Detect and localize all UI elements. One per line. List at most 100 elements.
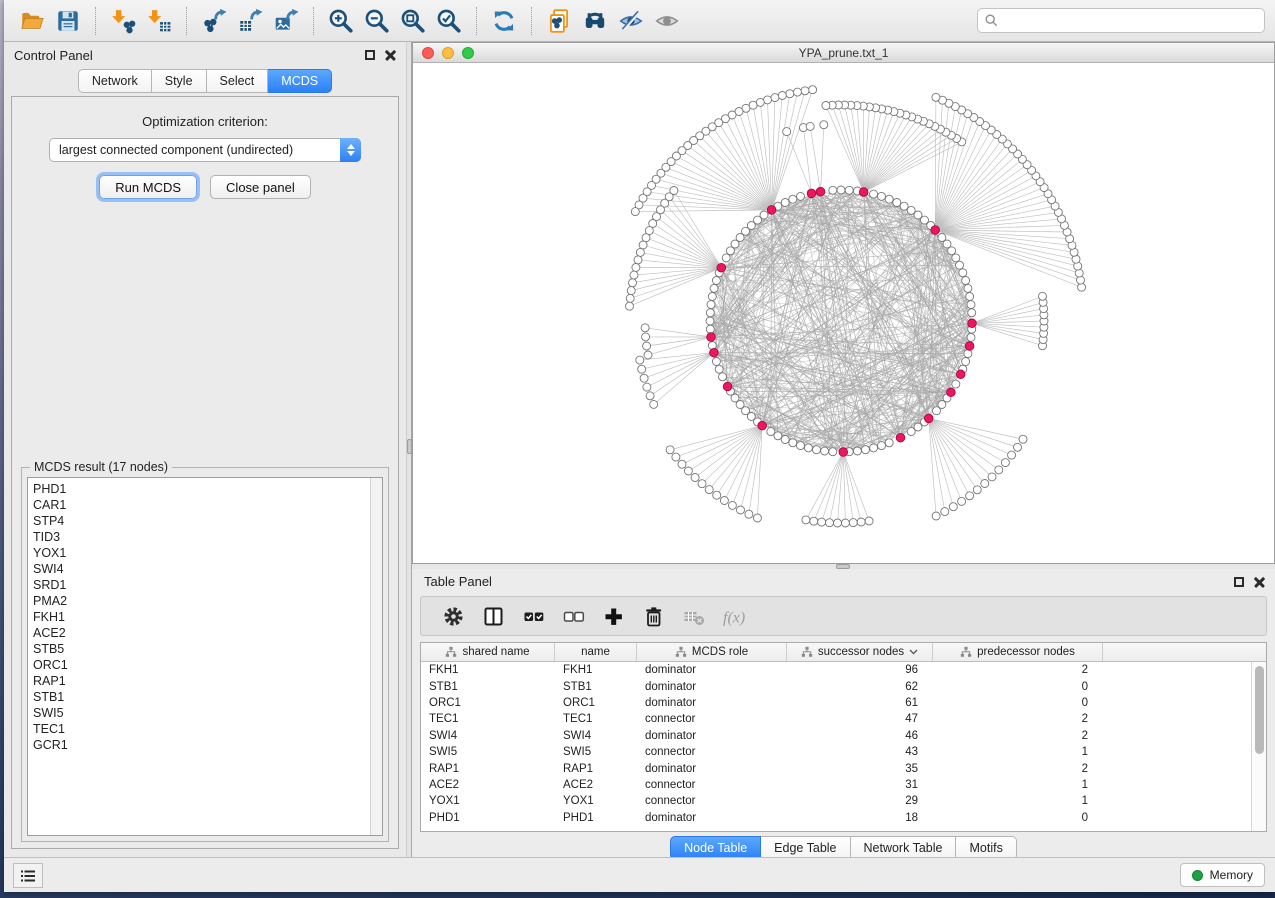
zoom-selected-button[interactable]: [431, 4, 467, 38]
close-panel-button[interactable]: Close panel: [210, 175, 311, 199]
mcds-result-item[interactable]: PMA2: [33, 593, 368, 609]
cell-predecessor-nodes: 2: [933, 728, 1103, 744]
select-all-icon: [522, 605, 545, 628]
column-header-shared-name[interactable]: shared name: [421, 643, 555, 661]
table-scrollbar[interactable]: [1251, 662, 1266, 831]
mcds-result-item[interactable]: PHD1: [33, 481, 368, 497]
column-header-successor-nodes[interactable]: successor nodes: [787, 643, 933, 661]
minimize-window-icon[interactable]: [442, 47, 454, 59]
network-graph[interactable]: [413, 63, 1274, 563]
mcds-result-item[interactable]: TEC1: [33, 721, 368, 737]
zoom-out-button[interactable]: [359, 4, 395, 38]
delete-row-button[interactable]: [633, 599, 673, 633]
table-row-PHD1[interactable]: PHD1PHD1dominator180: [421, 810, 1266, 826]
table-settings-button[interactable]: [433, 599, 473, 633]
network-from-selection-button[interactable]: [541, 4, 577, 38]
zoom-in-icon: [328, 8, 354, 34]
cell-predecessor-nodes: 2: [933, 760, 1103, 776]
cell-MCDS-role: dominator: [637, 662, 787, 678]
mcds-result-item[interactable]: TID3: [33, 529, 368, 545]
mcds-list-scrollbar[interactable]: [370, 478, 382, 835]
table-row-ACE2[interactable]: ACE2ACE2connector311: [421, 777, 1266, 793]
mcds-result-item[interactable]: STB5: [33, 641, 368, 657]
deselect-all-button[interactable]: [553, 599, 593, 633]
table-row-YOX1[interactable]: YOX1YOX1connector291: [421, 793, 1266, 809]
mcds-result-item[interactable]: SRD1: [33, 577, 368, 593]
svg-text:f(x): f(x): [723, 609, 745, 626]
cell-name: FKH1: [555, 662, 637, 678]
cell-name: ORC1: [555, 695, 637, 711]
select-all-button[interactable]: [513, 599, 553, 633]
zoom-fit-button[interactable]: [395, 4, 431, 38]
table-row-TEC1[interactable]: TEC1TEC1connector472: [421, 711, 1266, 727]
zoom-in-button[interactable]: [323, 4, 359, 38]
tab-network[interactable]: Network: [78, 69, 152, 93]
toolbar-buttons: [14, 4, 685, 38]
mcds-result-item[interactable]: GCR1: [33, 737, 368, 753]
import-network-file-button[interactable]: [105, 4, 141, 38]
show-all-button[interactable]: [649, 4, 685, 38]
save-session-button[interactable]: [50, 4, 86, 38]
mcds-result-item[interactable]: RAP1: [33, 673, 368, 689]
criterion-select[interactable]: largest connected component (undirected): [49, 138, 361, 162]
table-row-RAP1[interactable]: RAP1RAP1dominator352: [421, 760, 1266, 776]
tab-style[interactable]: Style: [152, 69, 207, 93]
mcds-result-item[interactable]: ORC1: [33, 657, 368, 673]
close-panel-icon[interactable]: [385, 49, 396, 60]
cell-name: SWI5: [555, 744, 637, 760]
tab-mcds[interactable]: MCDS: [268, 69, 332, 93]
export-table-button[interactable]: [232, 4, 268, 38]
mcds-result-item[interactable]: STP4: [33, 513, 368, 529]
network-canvas[interactable]: [413, 63, 1274, 563]
mcds-result-item[interactable]: CAR1: [33, 497, 368, 513]
refresh-view-button[interactable]: [486, 4, 522, 38]
panel-visibility-button[interactable]: [13, 863, 43, 888]
table-row-SWI4[interactable]: SWI4SWI4dominator462: [421, 728, 1266, 744]
column-header-predecessor-nodes[interactable]: predecessor nodes: [933, 643, 1103, 661]
mcds-result-item[interactable]: STB1: [33, 689, 368, 705]
status-bar: Memory: [4, 857, 1275, 892]
close-window-icon[interactable]: [422, 47, 434, 59]
mcds-result-item[interactable]: YOX1: [33, 545, 368, 561]
table-row-STB1[interactable]: STB1STB1dominator620: [421, 678, 1266, 694]
criterion-selected-value: largest connected component (undirected): [59, 143, 293, 157]
cell-successor-nodes: 35: [787, 760, 933, 776]
float-table-panel-icon[interactable]: [1234, 577, 1244, 587]
mcds-result-item[interactable]: SWI5: [33, 705, 368, 721]
mcds-result-item[interactable]: SWI4: [33, 561, 368, 577]
import-table-file-button[interactable]: [141, 4, 177, 38]
mcds-result-list[interactable]: PHD1CAR1STP4TID3YOX1SWI4SRD1PMA2FKH1ACE2…: [27, 477, 383, 836]
run-mcds-button[interactable]: Run MCDS: [99, 175, 197, 199]
tab-select[interactable]: Select: [207, 69, 269, 93]
memory-button[interactable]: Memory: [1180, 863, 1265, 887]
cell-name: YOX1: [555, 793, 637, 809]
open-session-button[interactable]: [14, 4, 50, 38]
find-network-button[interactable]: [577, 4, 613, 38]
search-box[interactable]: [977, 8, 1265, 33]
maximize-window-icon[interactable]: [462, 47, 474, 59]
mcds-result-item[interactable]: ACE2: [33, 625, 368, 641]
close-table-panel-icon[interactable]: [1254, 576, 1265, 587]
export-image-button[interactable]: [268, 4, 304, 38]
column-header-MCDS-role[interactable]: MCDS role: [637, 643, 787, 661]
add-row-button[interactable]: [593, 599, 633, 633]
table-row-ORC1[interactable]: ORC1ORC1dominator610: [421, 695, 1266, 711]
cell-MCDS-role: dominator: [637, 728, 787, 744]
mcds-tab-content: Optimization criterion: largest connecte…: [11, 96, 399, 849]
find-network-icon: [582, 8, 608, 34]
table-row-FKH1[interactable]: FKH1FKH1dominator962: [421, 662, 1266, 678]
hide-selected-button[interactable]: [613, 4, 649, 38]
table-settings-icon: [442, 605, 465, 628]
network-window-titlebar[interactable]: YPA_prune.txt_1: [413, 43, 1274, 63]
table-scrollbar-thumb[interactable]: [1255, 666, 1264, 754]
table-header-row: shared namenameMCDS rolesuccessor nodesp…: [421, 643, 1266, 662]
table-row-SWI5[interactable]: SWI5SWI5connector431: [421, 744, 1266, 760]
show-columns-button[interactable]: [473, 599, 513, 633]
export-network-button[interactable]: [196, 4, 232, 38]
cell-shared-name: YOX1: [421, 793, 555, 809]
mcds-result-item[interactable]: FKH1: [33, 609, 368, 625]
window-controls: [422, 47, 474, 59]
float-panel-icon[interactable]: [365, 50, 375, 60]
search-input[interactable]: [1004, 13, 1257, 29]
column-header-name[interactable]: name: [555, 643, 637, 661]
